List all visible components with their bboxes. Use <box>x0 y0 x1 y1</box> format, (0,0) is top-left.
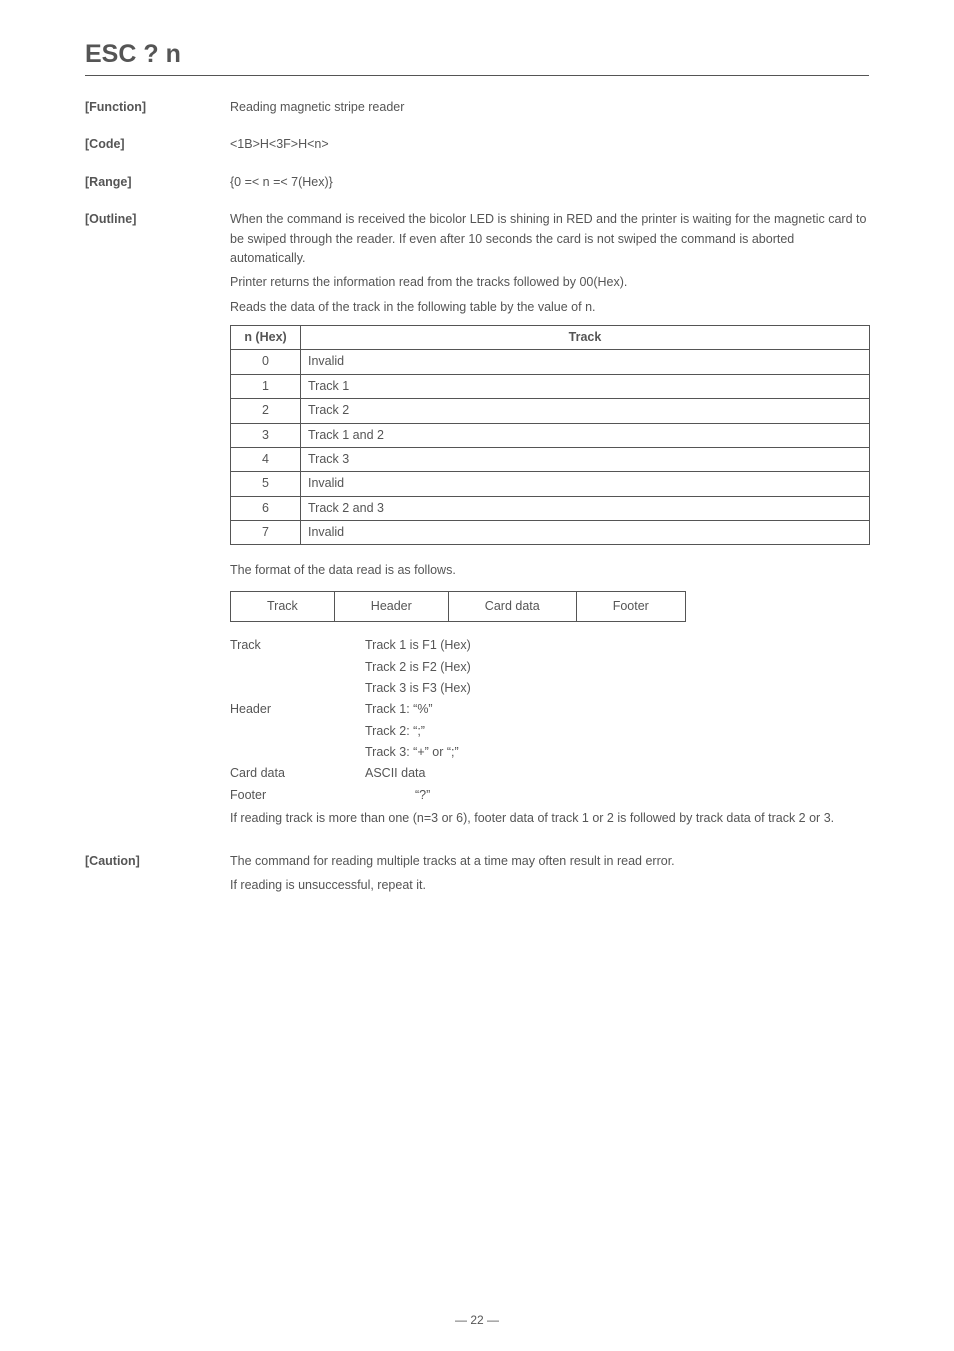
list-item: Footer“?” <box>230 786 870 805</box>
cell-track: Track 1 and 2 <box>301 423 870 447</box>
def-val: Track 3: “+” or “;” <box>365 743 870 762</box>
table-row: 2Track 2 <box>231 399 870 423</box>
list-item: Track 2: “;” <box>230 722 870 741</box>
cell-n: 0 <box>231 350 301 374</box>
format-cell: Card data <box>448 591 576 621</box>
list-item: Track 2 is F2 (Hex) <box>230 658 870 677</box>
def-val: Track 2: “;” <box>365 722 870 741</box>
cell-track: Track 2 and 3 <box>301 496 870 520</box>
list-item: Track 3 is F3 (Hex) <box>230 679 870 698</box>
outline-p2: Printer returns the information read fro… <box>230 273 870 292</box>
page-title: ESC ? n <box>85 40 869 76</box>
def-val: ASCII data <box>365 764 870 783</box>
list-item: TrackTrack 1 is F1 (Hex) <box>230 636 870 655</box>
cell-track: Invalid <box>301 472 870 496</box>
caution-content: The command for reading multiple tracks … <box>230 852 869 901</box>
table-row: 1Track 1 <box>231 374 870 398</box>
cell-n: 1 <box>231 374 301 398</box>
cell-track: Track 2 <box>301 399 870 423</box>
list-item: Card dataASCII data <box>230 764 870 783</box>
cell-n: 3 <box>231 423 301 447</box>
table-row: 4Track 3 <box>231 447 870 471</box>
format-table: Track Header Card data Footer <box>230 591 686 622</box>
def-key: Footer <box>230 786 365 805</box>
def-key <box>230 658 365 677</box>
caution-line1: The command for reading multiple tracks … <box>230 852 869 871</box>
list-item: HeaderTrack 1: “%” <box>230 700 870 719</box>
def-key: Header <box>230 700 365 719</box>
outline-p1: When the command is received the bicolor… <box>230 210 870 268</box>
table-row: n (Hex) Track <box>231 326 870 350</box>
caution-line2: If reading is unsuccessful, repeat it. <box>230 876 869 895</box>
table-row: 3Track 1 and 2 <box>231 423 870 447</box>
tracks-table: n (Hex) Track 0Invalid 1Track 1 2Track 2… <box>230 325 870 545</box>
caution-label: [Caution] <box>85 852 230 871</box>
code-text: <1B>H<3F>H<n> <box>230 135 869 154</box>
range-label: [Range] <box>85 173 230 192</box>
cell-track: Invalid <box>301 521 870 545</box>
def-val: Track 1 is F1 (Hex) <box>365 636 870 655</box>
code-label: [Code] <box>85 135 230 154</box>
table-row: 0Invalid <box>231 350 870 374</box>
function-text: Reading magnetic stripe reader <box>230 98 869 117</box>
cell-n: 4 <box>231 447 301 471</box>
table-row: Track Header Card data Footer <box>231 591 686 621</box>
def-key: Track <box>230 636 365 655</box>
table-row: 7Invalid <box>231 521 870 545</box>
def-val: “?” <box>365 786 870 805</box>
table-row: 5Invalid <box>231 472 870 496</box>
format-cell: Header <box>334 591 448 621</box>
header-track: Track <box>301 326 870 350</box>
def-val: Track 3 is F3 (Hex) <box>365 679 870 698</box>
table-row: 6Track 2 and 3 <box>231 496 870 520</box>
def-key <box>230 722 365 741</box>
def-key <box>230 679 365 698</box>
def-val: Track 2 is F2 (Hex) <box>365 658 870 677</box>
def-key: Card data <box>230 764 365 783</box>
cell-n: 2 <box>231 399 301 423</box>
cell-track: Track 3 <box>301 447 870 471</box>
cell-track: Track 1 <box>301 374 870 398</box>
definitions-list: TrackTrack 1 is F1 (Hex) Track 2 is F2 (… <box>230 636 870 828</box>
outline-content: When the command is received the bicolor… <box>230 210 870 833</box>
outline-p3: Reads the data of the track in the follo… <box>230 298 870 317</box>
function-label: [Function] <box>85 98 230 117</box>
cell-n: 7 <box>231 521 301 545</box>
list-item: Track 3: “+” or “;” <box>230 743 870 762</box>
code-section: [Code] <1B>H<3F>H<n> <box>85 135 869 154</box>
format-cell: Footer <box>576 591 685 621</box>
def-val: Track 1: “%” <box>365 700 870 719</box>
function-section: [Function] Reading magnetic stripe reade… <box>85 98 869 117</box>
outline-section: [Outline] When the command is received t… <box>85 210 869 833</box>
outline-label: [Outline] <box>85 210 230 229</box>
def-note: If reading track is more than one (n=3 o… <box>230 809 870 828</box>
range-text: {0 =< n =< 7(Hex)} <box>230 173 869 192</box>
cell-n: 5 <box>231 472 301 496</box>
caution-section: [Caution] The command for reading multip… <box>85 852 869 901</box>
cell-n: 6 <box>231 496 301 520</box>
header-n: n (Hex) <box>231 326 301 350</box>
cell-track: Invalid <box>301 350 870 374</box>
page-number: — 22 — <box>0 1313 954 1327</box>
format-intro: The format of the data read is as follow… <box>230 561 870 580</box>
def-key <box>230 743 365 762</box>
range-section: [Range] {0 =< n =< 7(Hex)} <box>85 173 869 192</box>
format-cell: Track <box>231 591 335 621</box>
